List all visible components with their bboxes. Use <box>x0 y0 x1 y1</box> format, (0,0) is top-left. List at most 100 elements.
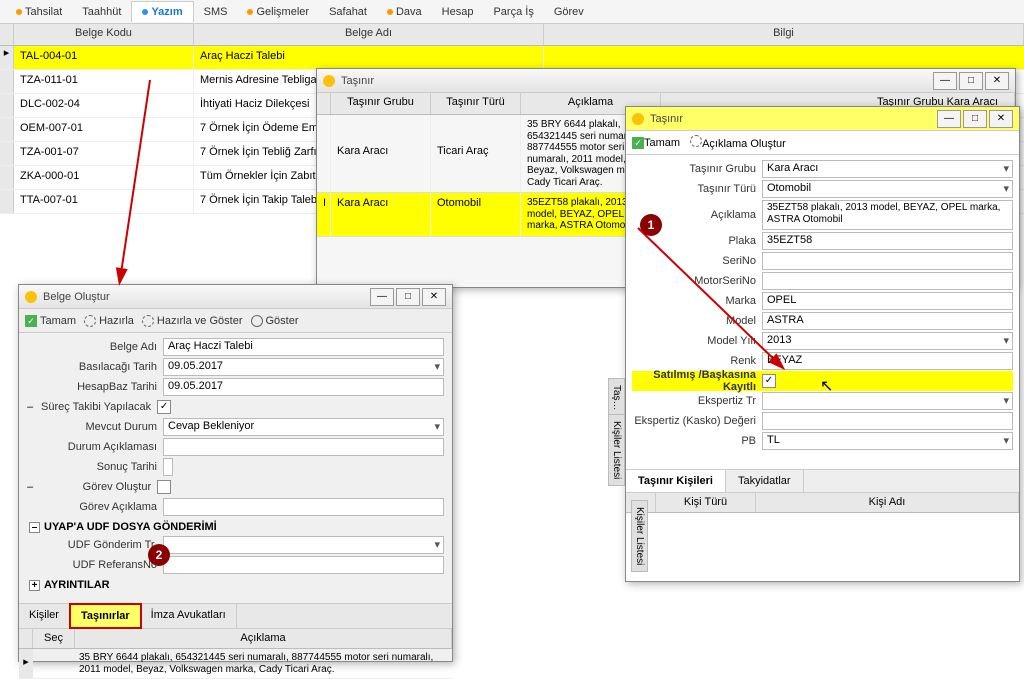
maximize-button[interactable]: □ <box>959 72 983 90</box>
checkbox-satilmis[interactable]: ✓ <box>762 374 776 388</box>
input-hesapbaz-tarihi[interactable]: 09.05.2017 <box>163 378 444 396</box>
label-gorev-aciklama: Görev Açıklama <box>27 501 163 513</box>
col-sec[interactable]: Seç <box>33 629 75 648</box>
close-button[interactable]: ✕ <box>989 110 1013 128</box>
close-button[interactable]: ✕ <box>422 288 446 306</box>
maximize-button[interactable]: □ <box>396 288 420 306</box>
detail-inner-header: Kişi Türü Kişi Adı <box>626 493 1019 513</box>
minimize-button[interactable]: — <box>937 110 961 128</box>
subtab-kisiler[interactable]: Kişiler <box>19 604 70 628</box>
hazirla-button[interactable]: Hazırla <box>84 315 134 327</box>
section-ayrintilar: AYRINTILAR <box>44 579 110 591</box>
tab-sms[interactable]: SMS <box>194 2 238 22</box>
input-sonuc-tarihi[interactable] <box>163 458 173 476</box>
expand-toggle[interactable]: + <box>29 580 40 591</box>
label-serino: SeriNo <box>632 255 762 267</box>
tab-gelismeler[interactable]: Gelişmeler <box>237 2 319 22</box>
hazirla-goster-button[interactable]: Hazırla ve Göster <box>142 315 243 327</box>
tamam-button[interactable]: ✓Tamam <box>25 315 76 327</box>
minimize-button[interactable]: — <box>933 72 957 90</box>
tab-dava[interactable]: Dava <box>377 2 432 22</box>
input-plaka[interactable]: 35EZT58 <box>762 232 1013 250</box>
label-plaka: Plaka <box>632 235 762 247</box>
col-belge-kodu[interactable]: Belge Kodu <box>14 24 194 45</box>
grid-row[interactable]: ▸ TAL-004-01 Araç Haczi Talebi <box>0 46 1024 70</box>
aciklama-olustur-button[interactable]: Açıklama Oluştur <box>690 135 786 150</box>
side-tab-tas[interactable]: Taş… <box>608 378 625 418</box>
input-tasinir-turu[interactable]: Otomobil <box>762 180 1013 198</box>
label-hesapbaz-tarihi: HesapBaz Tarihi <box>27 381 163 393</box>
input-udf-ref[interactable] <box>163 556 444 574</box>
label-udf-ref: UDF ReferansNo <box>27 559 163 571</box>
tab-yazim[interactable]: Yazım <box>131 1 193 22</box>
input-basilacagi-tarih[interactable]: 09.05.2017 <box>163 358 444 376</box>
tab-hesap[interactable]: Hesap <box>432 2 484 22</box>
input-pb[interactable]: TL <box>762 432 1013 450</box>
input-udf-gonderim[interactable] <box>163 536 444 554</box>
label-modelyili: Model Yılı <box>632 335 762 347</box>
tab-safahat[interactable]: Safahat <box>319 2 377 22</box>
label-renk: Renk <box>632 355 762 367</box>
inner-grid-header: Seç Açıklama <box>19 629 452 649</box>
tab-tasinir-kisileri[interactable]: Taşınır Kişileri <box>626 470 726 492</box>
collapse-toggle[interactable]: – <box>27 481 33 493</box>
input-marka[interactable]: OPEL <box>762 292 1013 310</box>
label-tasinir-grubu: Taşınır Grubu <box>632 163 762 175</box>
input-belge-adi[interactable]: Araç Haczi Talebi <box>163 338 444 356</box>
collapse-toggle[interactable]: – <box>29 522 40 533</box>
dialog-icon <box>632 113 644 125</box>
tab-parcais[interactable]: Parça İş <box>483 2 543 22</box>
tasinir-list-titlebar[interactable]: Taşınır — □ ✕ <box>317 69 1015 93</box>
close-button[interactable]: ✕ <box>985 72 1009 90</box>
belge-titlebar[interactable]: Belge Oluştur — □ ✕ <box>19 285 452 309</box>
tamam-button[interactable]: ✓Tamam <box>632 137 680 149</box>
input-tasinir-grubu[interactable]: Kara Aracı <box>762 160 1013 178</box>
side-tab-kisiler[interactable]: Kişiler Listesi <box>608 414 625 486</box>
input-ekspertiz-deger[interactable] <box>762 412 1013 430</box>
subtab-tasinirlar[interactable]: Taşınırlar <box>69 603 142 629</box>
tasinir-detail-titlebar[interactable]: Taşınır — □ ✕ <box>626 107 1019 131</box>
label-udf-gonderim: UDF Gönderim Tr. <box>27 539 163 551</box>
input-durum-aciklamasi[interactable] <box>163 438 444 456</box>
col-belge-adi[interactable]: Belge Adı <box>194 24 544 45</box>
callout-2: 2 <box>148 544 170 566</box>
col-kisi-adi[interactable]: Kişi Adı <box>756 493 1019 512</box>
col-tasinir-grubu[interactable]: Taşınır Grubu <box>331 93 431 114</box>
tab-takyidatlar[interactable]: Takyidatlar <box>726 470 804 492</box>
detail-toolbar: ✓Tamam Açıklama Oluştur <box>626 131 1019 155</box>
label-durum-aciklamasi: Durum Açıklaması <box>27 441 163 453</box>
callout-1: 1 <box>640 214 662 236</box>
dialog-icon <box>25 291 37 303</box>
checkbox-gorev-olustur[interactable] <box>157 480 171 494</box>
cursor-icon: ↖ <box>820 376 833 396</box>
inner-grid-row[interactable]: ▸ 35 BRY 6644 plakalı, 654321445 seri nu… <box>19 649 452 679</box>
input-ekspertiz-tr[interactable] <box>762 392 1013 410</box>
tab-taahhut[interactable]: Taahhüt <box>72 2 131 22</box>
checkbox-surec-takibi[interactable]: ✓ <box>157 400 171 414</box>
goster-button[interactable]: Göster <box>251 315 299 327</box>
side-tab-kisiler-2[interactable]: Kişiler Listesi <box>631 500 648 572</box>
collapse-toggle[interactable]: – <box>27 401 33 413</box>
label-mevcut-durum: Mevcut Durum <box>27 421 163 433</box>
tasinir-detail-dialog: Taşınır — □ ✕ ✓Tamam Açıklama Oluştur Ta… <box>625 106 1020 582</box>
tab-gorev[interactable]: Görev <box>544 2 594 22</box>
col-kisi-turu[interactable]: Kişi Türü <box>656 493 756 512</box>
label-tasinir-turu: Taşınır Türü <box>632 183 762 195</box>
belge-olustur-dialog: Belge Oluştur — □ ✕ ✓Tamam Hazırla Hazır… <box>18 284 453 662</box>
col-aciklama[interactable]: Açıklama <box>75 629 452 648</box>
maximize-button[interactable]: □ <box>963 110 987 128</box>
input-modelyili[interactable]: 2013 <box>762 332 1013 350</box>
col-bilgi[interactable]: Bilgi <box>544 24 1024 45</box>
input-serino[interactable] <box>762 252 1013 270</box>
input-gorev-aciklama[interactable] <box>163 498 444 516</box>
col-tasinir-turu[interactable]: Taşınır Türü <box>431 93 521 114</box>
input-aciklama[interactable]: 35EZT58 plakalı, 2013 model, BEYAZ, OPEL… <box>762 200 1013 230</box>
input-mevcut-durum[interactable]: Cevap Bekleniyor <box>163 418 444 436</box>
minimize-button[interactable]: — <box>370 288 394 306</box>
input-motorserino[interactable] <box>762 272 1013 290</box>
input-renk[interactable]: BEYAZ <box>762 352 1013 370</box>
subtab-imza[interactable]: İmza Avukatları <box>141 604 237 628</box>
tab-tahsilat[interactable]: Tahsilat <box>6 2 72 22</box>
label-surec-takibi: Süreç Takibi Yapılacak <box>37 401 157 413</box>
input-model[interactable]: ASTRA <box>762 312 1013 330</box>
